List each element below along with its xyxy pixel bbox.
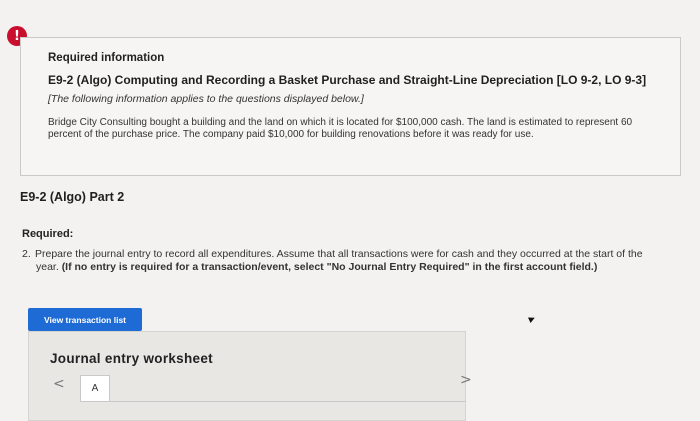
worksheet-title: Journal entry worksheet <box>50 351 213 366</box>
problem-description: Bridge City Consulting bought a building… <box>48 117 633 140</box>
question-line1: Prepare the journal entry to record all … <box>35 248 643 260</box>
chevron-left-icon[interactable]: < <box>53 376 65 392</box>
mouse-cursor-icon <box>528 315 536 323</box>
question-text: 2. Prepare the journal entry to record al… <box>22 248 682 274</box>
question-line2-plain: year. <box>36 261 59 273</box>
info-heading: Required information <box>48 52 165 64</box>
worksheet-divider <box>110 401 466 402</box>
chevron-right-icon[interactable]: > <box>460 372 472 388</box>
info-note: [The following information applies to th… <box>48 93 364 105</box>
view-transaction-list-button[interactable]: View transaction list <box>28 308 142 331</box>
required-information-panel: Required information E9-2 (Algo) Computi… <box>20 37 681 176</box>
worksheet-page-tab-a[interactable]: A <box>80 375 110 402</box>
part-title: E9-2 (Algo) Part 2 <box>20 190 125 204</box>
problem-title: E9-2 (Algo) Computing and Recording a Ba… <box>48 73 647 87</box>
question-number: 2. <box>22 248 31 260</box>
required-label: Required: <box>22 228 74 240</box>
question-instruction: (If no entry is required for a transacti… <box>61 261 598 273</box>
question-line2: year. (If no entry is required for a tra… <box>22 261 682 274</box>
